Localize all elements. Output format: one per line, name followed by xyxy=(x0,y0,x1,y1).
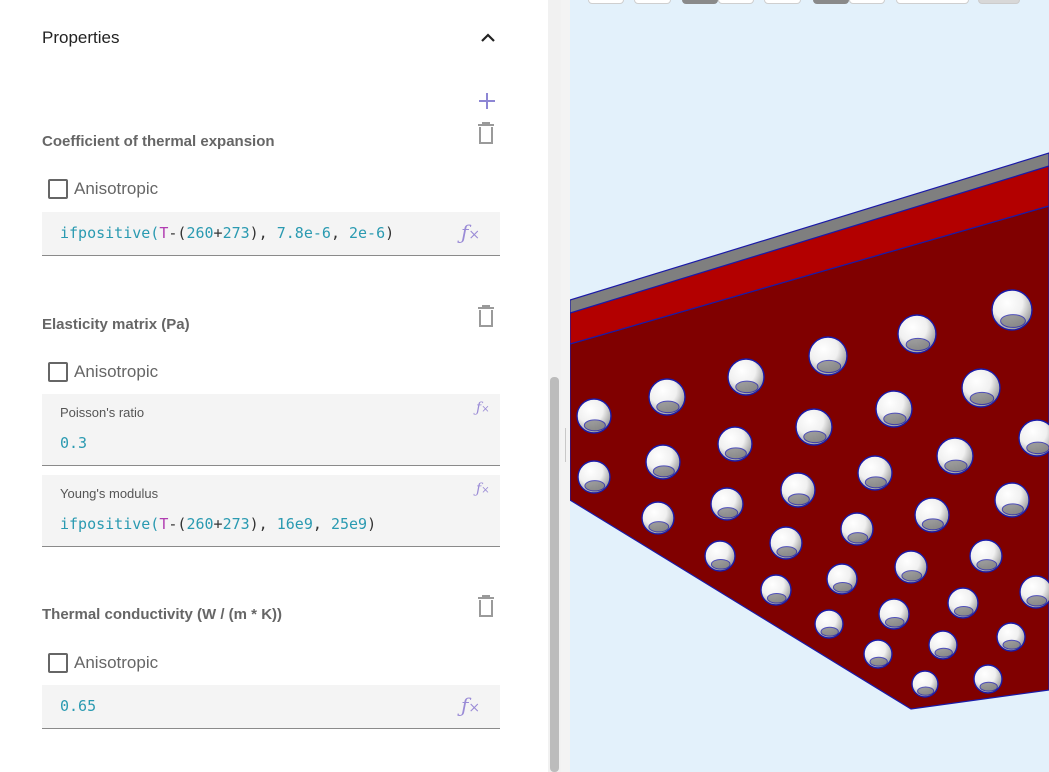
hole xyxy=(717,426,753,462)
hole xyxy=(961,368,1001,408)
section-title: Elasticity matrix (Pa) xyxy=(42,316,190,333)
hole xyxy=(878,598,910,630)
hole xyxy=(780,472,816,508)
hole xyxy=(769,526,803,560)
hole xyxy=(1018,419,1049,457)
hole xyxy=(808,336,848,376)
hole xyxy=(760,574,792,606)
hole xyxy=(576,398,612,434)
checkbox-icon[interactable] xyxy=(48,362,68,382)
hole xyxy=(641,501,675,535)
hole xyxy=(973,664,1003,694)
checkbox-icon[interactable] xyxy=(48,179,68,199)
hole xyxy=(857,455,893,491)
toolbar-button[interactable] xyxy=(588,0,624,4)
3d-viewport[interactable] xyxy=(570,0,1049,772)
hole xyxy=(928,630,958,660)
hole xyxy=(911,670,939,698)
hole xyxy=(969,539,1003,573)
field-label: Poisson's ratio xyxy=(60,405,145,420)
scrollbar-thumb[interactable] xyxy=(550,377,559,772)
poissons-ratio-field[interactable]: Poisson's ratio 0.3 ƒ× xyxy=(42,394,500,466)
properties-panel: Properties Coefficient of thermal expans… xyxy=(0,0,548,772)
toolbar-button[interactable] xyxy=(718,0,754,4)
formula-value[interactable]: ifpositive(T-(260+273), 16e9, 25e9) xyxy=(60,515,376,533)
toolbar-button[interactable] xyxy=(634,0,671,4)
section-title: Coefficient of thermal expansion xyxy=(42,133,275,150)
hole xyxy=(863,639,893,669)
toolbar-button[interactable] xyxy=(682,0,718,4)
fx-icon[interactable]: ƒ× xyxy=(476,400,490,416)
panel-splitter[interactable] xyxy=(561,0,570,772)
checkbox-icon[interactable] xyxy=(48,653,68,673)
youngs-modulus-field[interactable]: Young's modulus ifpositive(T-(260+273), … xyxy=(42,475,500,547)
hole xyxy=(994,482,1030,518)
thermal-conductivity-value[interactable]: 0.65 xyxy=(60,697,96,715)
hole xyxy=(840,512,874,546)
thermal-expansion-field[interactable]: ifpositive(T-(260+273), 7.8e-6, 2e-6) ƒ× xyxy=(42,212,500,256)
fx-icon[interactable]: ƒ× xyxy=(461,693,480,717)
hole xyxy=(826,563,858,595)
hole xyxy=(577,460,611,494)
trash-icon[interactable] xyxy=(476,304,496,328)
hole xyxy=(710,487,744,521)
elasticity-section: Elasticity matrix (Pa) Anisotropic Poiss… xyxy=(42,305,500,548)
fx-icon[interactable]: ƒ× xyxy=(476,481,490,497)
thermal-conductivity-section: Thermal conductivity (W / (m * K)) Aniso… xyxy=(42,595,500,730)
poissons-ratio-value[interactable]: 0.3 xyxy=(60,434,87,452)
hole xyxy=(991,289,1033,331)
hole xyxy=(875,390,913,428)
hole xyxy=(996,622,1026,652)
splitter-grip-icon[interactable] xyxy=(565,428,566,462)
toolbar-button[interactable] xyxy=(978,0,1020,4)
hole xyxy=(648,378,686,416)
thermal-expansion-section: Coefficient of thermal expansion Anisotr… xyxy=(42,122,500,257)
plus-icon[interactable] xyxy=(476,90,498,112)
hole xyxy=(947,587,979,619)
fx-icon[interactable]: ƒ× xyxy=(461,220,480,244)
chevron-up-icon[interactable] xyxy=(478,26,498,50)
formula-value[interactable]: ifpositive(T-(260+273), 7.8e-6, 2e-6) xyxy=(60,224,394,242)
field-label: Young's modulus xyxy=(60,486,159,501)
properties-header[interactable]: Properties xyxy=(42,26,500,50)
properties-title: Properties xyxy=(42,28,120,47)
toolbar-button[interactable] xyxy=(764,0,801,4)
hole xyxy=(795,408,833,446)
hole xyxy=(914,497,950,533)
hole xyxy=(727,358,765,396)
hole xyxy=(814,609,844,639)
anisotropic-label: Anisotropic xyxy=(74,179,159,198)
trash-icon[interactable] xyxy=(476,121,496,145)
toolbar-button[interactable] xyxy=(896,0,969,4)
hole xyxy=(1019,575,1049,609)
anisotropic-label: Anisotropic xyxy=(74,362,159,381)
hole xyxy=(894,550,928,584)
hole xyxy=(704,540,736,572)
thermal-conductivity-field[interactable]: 0.65 ƒ× xyxy=(42,685,500,729)
hole xyxy=(936,437,974,475)
anisotropic-label: Anisotropic xyxy=(74,653,159,672)
toolbar-button[interactable] xyxy=(813,0,849,4)
section-title: Thermal conductivity (W / (m * K)) xyxy=(42,606,283,623)
3d-model-view[interactable] xyxy=(570,0,1049,772)
trash-icon[interactable] xyxy=(476,594,496,618)
hole xyxy=(897,314,937,354)
hole xyxy=(645,444,681,480)
toolbar-button[interactable] xyxy=(849,0,885,4)
